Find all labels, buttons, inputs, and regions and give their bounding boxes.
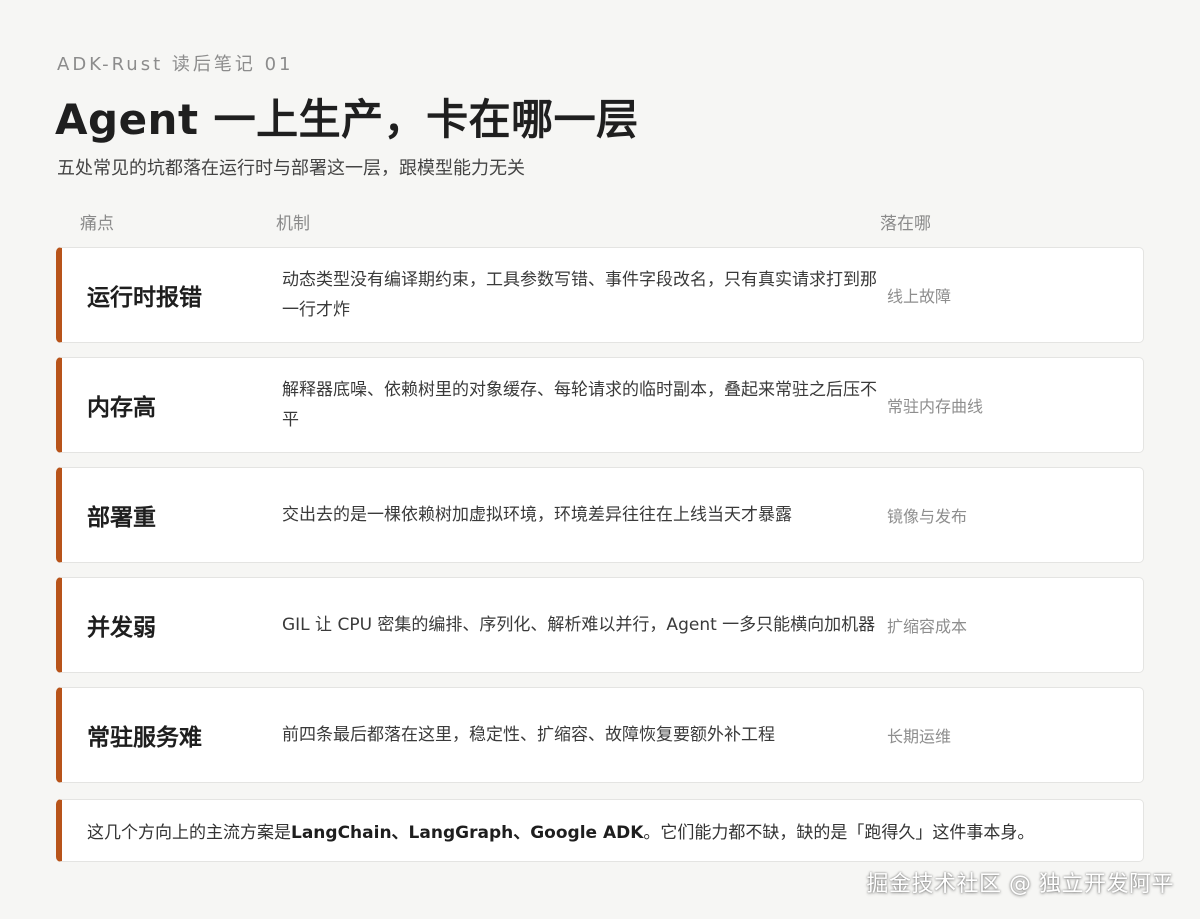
summary-suffix: 。它们能力都不缺，缺的是「跑得久」这件事本身。 <box>643 823 1035 843</box>
pain-point-row: 并发弱 GIL 让 CPU 密集的编排、序列化、解析难以并行，Agent 一多只… <box>56 577 1144 673</box>
column-header-where: 落在哪 <box>880 214 931 234</box>
location-text: 线上故障 <box>887 287 952 306</box>
pain-label: 常驻服务难 <box>87 725 202 751</box>
pain-point-row: 常驻服务难 前四条最后都落在这里，稳定性、扩缩容、故障恢复要额外补工程 长期运维 <box>56 687 1144 783</box>
page-subtitle: 五处常见的坑都落在运行时与部署这一层，跟模型能力无关 <box>57 158 525 179</box>
mechanism-text: 交出去的是一棵依赖树加虚拟环境，环境差异往往在上线当天才暴露 <box>282 505 792 525</box>
watermark: 掘金技术社区 @ 独立开发阿平 <box>866 872 1174 897</box>
location-text: 镜像与发布 <box>887 507 968 526</box>
location-text: 扩缩容成本 <box>887 617 968 636</box>
pain-point-list: 运行时报错 动态类型没有编译期约束，工具参数写错、事件字段改名，只有真实请求打到… <box>56 247 1144 797</box>
pain-point-row: 内存高 解释器底噪、依赖树里的对象缓存、每轮请求的临时副本，叠起来常驻之后压不平… <box>56 357 1144 453</box>
pain-point-row: 部署重 交出去的是一棵依赖树加虚拟环境，环境差异往往在上线当天才暴露 镜像与发布 <box>56 467 1144 563</box>
mechanism-text: 前四条最后都落在这里，稳定性、扩缩容、故障恢复要额外补工程 <box>282 725 775 745</box>
pain-label: 并发弱 <box>87 615 156 641</box>
column-header-pain: 痛点 <box>80 214 114 234</box>
pain-label: 部署重 <box>87 505 156 531</box>
page-title: Agent 一上生产，卡在哪一层 <box>55 95 639 144</box>
location-text: 常驻内存曲线 <box>887 397 984 416</box>
pain-point-row: 运行时报错 动态类型没有编译期约束，工具参数写错、事件字段改名，只有真实请求打到… <box>56 247 1144 343</box>
summary-prefix: 这几个方向上的主流方案是 <box>87 823 291 843</box>
location-text: 长期运维 <box>887 727 952 746</box>
summary-note: 这几个方向上的主流方案是 LangChain、LangGraph、Google … <box>56 799 1144 862</box>
pain-label: 内存高 <box>87 395 156 421</box>
pain-label: 运行时报错 <box>87 285 202 311</box>
mechanism-text: 动态类型没有编译期约束，工具参数写错、事件字段改名，只有真实请求打到那一行才炸 <box>282 270 877 320</box>
column-header-mechanism: 机制 <box>276 214 310 234</box>
mechanism-text: 解释器底噪、依赖树里的对象缓存、每轮请求的临时副本，叠起来常驻之后压不平 <box>282 380 877 430</box>
mechanism-text: GIL 让 CPU 密集的编排、序列化、解析难以并行，Agent 一多只能横向加… <box>282 615 876 635</box>
kicker: ADK-Rust 读后笔记 01 <box>57 54 294 75</box>
summary-highlight: LangChain、LangGraph、Google ADK <box>291 823 644 843</box>
